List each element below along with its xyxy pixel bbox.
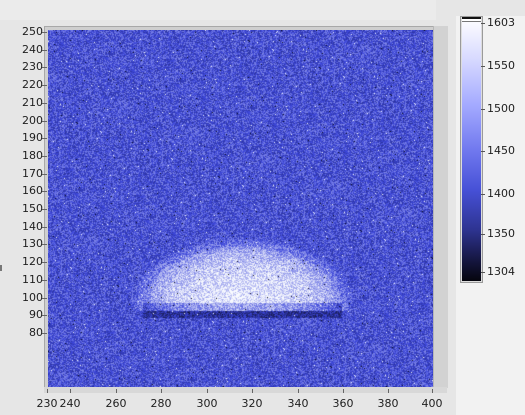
y-axis-tick-mark <box>42 279 47 281</box>
intensity-graph-plot-area[interactable] <box>48 30 433 387</box>
colorbar-tick <box>481 23 485 24</box>
graph-horizontal-scrollbar[interactable] <box>44 387 447 393</box>
colorbar-label: 1400 <box>487 187 515 200</box>
y-axis-tick-label: 170 <box>22 166 43 180</box>
y-axis-tick-mark <box>42 49 47 51</box>
x-axis-tick-mark <box>161 389 162 393</box>
y-axis-tick-mark <box>42 173 47 175</box>
y-axis-tick-label: 180 <box>22 148 43 162</box>
x-axis-tick-mark <box>207 389 208 393</box>
colorbar-tick <box>481 272 485 273</box>
colorbar-label: 1450 <box>487 144 515 157</box>
y-axis-tick-label: 240 <box>22 42 43 56</box>
y-axis-tick-mark <box>42 85 47 87</box>
colorbar-max-slider[interactable] <box>462 17 481 22</box>
colorbar-gradient <box>462 22 481 281</box>
x-axis-tick-label: 300 <box>196 397 218 410</box>
colorbar-tick <box>481 109 485 110</box>
y-axis-tick-label: 150 <box>22 202 43 215</box>
y-axis-tick-mark <box>42 226 47 228</box>
x-axis-tick-mark <box>252 389 253 393</box>
y-axis-tick-mark <box>42 297 47 299</box>
y-axis-tick-label: 210 <box>22 95 43 109</box>
x-axis-tick-mark <box>70 389 71 393</box>
y-axis-tick-label: 230 <box>22 60 43 74</box>
y-axis-tick-label: 120 <box>22 255 43 269</box>
y-axis-tick-label: 190 <box>22 131 43 145</box>
x-axis-tick-mark <box>432 389 433 393</box>
x-axis-tick-label: 380 <box>377 397 399 410</box>
x-axis-tick-label: 260 <box>105 397 127 410</box>
graph-vertical-scrollbar[interactable] <box>433 26 448 388</box>
x-axis-tick-label: 280 <box>150 397 172 410</box>
colorbar-min-label[interactable]: 1304 <box>487 266 515 278</box>
y-axis-tick-mark <box>42 120 47 122</box>
y-axis-tick-mark <box>42 155 47 157</box>
x-axis-tick-mark <box>343 389 344 393</box>
x-axis-tick-mark <box>298 389 299 393</box>
toolbar-strip <box>0 0 436 20</box>
colorbar-label: 1500 <box>487 102 515 115</box>
y-axis-tick-mark <box>42 244 47 246</box>
colorbar-tick <box>481 194 485 195</box>
y-axis-tick-mark <box>42 209 47 210</box>
left-edge-mark <box>0 265 2 271</box>
y-axis-tick-mark <box>42 332 47 334</box>
y-axis-tick-label: 100 <box>22 290 43 304</box>
y-axis-tick-label[interactable]: 250 <box>22 26 43 38</box>
x-axis-tick-label: 340 <box>287 397 309 410</box>
y-axis-tick-label: 200 <box>22 113 43 127</box>
x-axis-tick-label: 320 <box>241 397 263 410</box>
y-axis-tick-label: 140 <box>22 219 43 233</box>
y-axis-tick-mark <box>42 102 47 104</box>
y-axis-tick-mark <box>42 315 47 317</box>
y-axis-tick-mark <box>42 262 47 264</box>
y-axis-tick-label[interactable]: 80 <box>29 326 43 339</box>
intensity-image <box>48 30 433 387</box>
x-axis-tick-label: 240 <box>59 397 81 410</box>
colorbar-tick <box>481 66 485 67</box>
x-axis-tick-label: 360 <box>332 397 354 410</box>
y-axis-tick-mark <box>42 191 47 193</box>
y-axis-tick-label: 130 <box>22 237 43 251</box>
y-axis-tick-mark <box>42 138 47 140</box>
x-axis-tick-label[interactable]: 400 <box>417 397 447 410</box>
x-axis-tick-mark <box>47 389 48 393</box>
y-axis-tick-label: 110 <box>22 272 43 286</box>
y-axis-tick-label: 90 <box>29 308 43 322</box>
y-axis-tick-mark <box>42 32 47 33</box>
x-axis-tick-mark <box>116 389 117 393</box>
y-axis-tick-label: 220 <box>22 78 43 92</box>
colorbar-label: 1350 <box>487 227 515 240</box>
colorbar-max-label[interactable]: 1603 <box>487 17 515 29</box>
y-axis-tick-mark <box>42 67 47 69</box>
colorbar-tick <box>481 151 485 152</box>
y-axis-tick-label: 160 <box>22 184 43 198</box>
colorbar-label: 1550 <box>487 59 515 72</box>
colorbar-tick <box>481 234 485 235</box>
x-axis-tick-mark <box>388 389 389 393</box>
